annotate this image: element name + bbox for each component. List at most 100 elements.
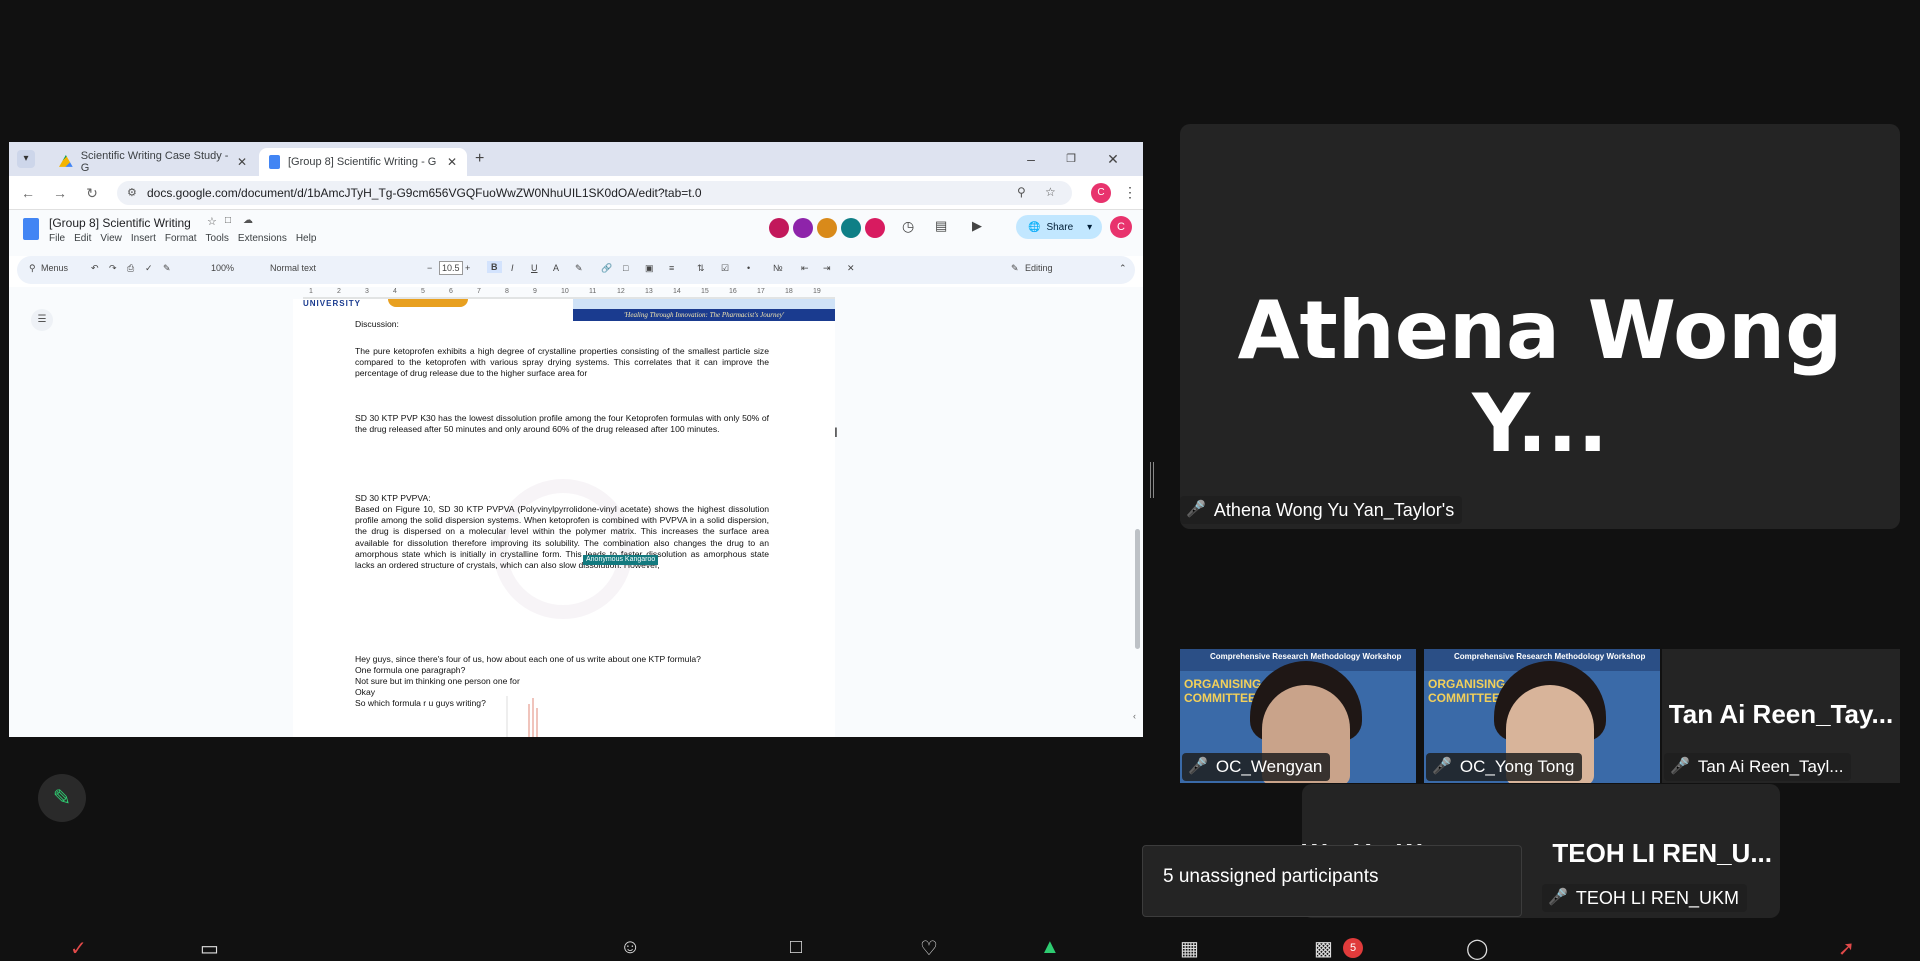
zoom-search-icon[interactable]: ⚲: [1017, 185, 1026, 199]
share-button[interactable]: 🌐 Share ▾: [1016, 215, 1102, 239]
comments-icon[interactable]: ▤: [935, 218, 947, 234]
mic-muted-control-icon[interactable]: ✓: [70, 936, 87, 961]
annotate-pencil-button[interactable]: ✎: [38, 774, 86, 822]
ruler-tick-label: 9: [533, 288, 537, 295]
browser-menu-icon[interactable]: ⋮: [1123, 184, 1137, 201]
participant-tile-wengyan[interactable]: Comprehensive Research Methodology Works…: [1180, 649, 1416, 783]
scrollbar[interactable]: [1135, 529, 1140, 649]
docs-logo-icon[interactable]: [23, 218, 39, 240]
collaborator-avatar[interactable]: [841, 218, 861, 238]
indent-increase-icon[interactable]: ⇥: [823, 263, 831, 274]
share-screen-control-icon[interactable]: ▲: [1040, 936, 1060, 959]
tab-case-study[interactable]: Scientific Writing Case Study - G ✕: [49, 148, 257, 176]
collaborator-avatar[interactable]: [793, 218, 813, 238]
menu-extensions[interactable]: Extensions: [238, 233, 287, 244]
menus-search[interactable]: Menus: [41, 263, 68, 273]
tab-group8-doc[interactable]: [Group 8] Scientific Writing - G ✕: [259, 148, 467, 176]
checklist-icon[interactable]: ☑: [721, 263, 729, 274]
panel-splitter[interactable]: [1150, 462, 1154, 498]
menu-edit[interactable]: Edit: [74, 233, 91, 244]
font-size-input[interactable]: 10.5: [439, 261, 463, 275]
ruler-tick-label: 6: [449, 288, 453, 295]
close-tab-icon[interactable]: ✕: [447, 155, 457, 169]
zoom-select[interactable]: 100%: [211, 263, 234, 273]
style-select[interactable]: Normal text: [270, 263, 316, 273]
paint-format-icon[interactable]: ✎: [163, 263, 171, 274]
image-icon[interactable]: ▣: [645, 263, 654, 274]
minimize-icon[interactable]: –: [1011, 148, 1051, 170]
italic-icon[interactable]: I: [511, 263, 514, 273]
speaker-tile[interactable]: Athena Wong Y... 🎤 Athena Wong Yu Yan_Ta…: [1180, 124, 1900, 529]
new-tab-icon[interactable]: +: [475, 150, 484, 168]
menu-help[interactable]: Help: [296, 233, 317, 244]
menu-view[interactable]: View: [100, 233, 122, 244]
numbered-list-icon[interactable]: №: [773, 263, 783, 273]
redo-icon[interactable]: ↷: [109, 263, 117, 274]
scroll-collapse-icon[interactable]: ‹: [1133, 711, 1136, 721]
link-icon[interactable]: 🔗: [601, 263, 612, 274]
decrease-font-icon[interactable]: −: [427, 263, 432, 273]
text-color-icon[interactable]: A: [553, 263, 559, 273]
participant-tile-tanai[interactable]: Tan Ai Reen_Tay... 🎤 Tan Ai Reen_Tayl...: [1662, 649, 1900, 783]
reload-icon[interactable]: ↻: [83, 185, 101, 202]
move-folder-icon[interactable]: □: [225, 215, 231, 226]
underline-icon[interactable]: U: [531, 263, 538, 273]
participant-tile-yongtong[interactable]: Comprehensive Research Methodology Works…: [1424, 649, 1660, 783]
reactions-control-icon[interactable]: ♡: [920, 936, 938, 961]
comment-add-icon[interactable]: □: [623, 263, 628, 273]
video-header-text: Comprehensive Research Methodology Works…: [1210, 652, 1402, 661]
site-info-icon[interactable]: ⚙: [127, 186, 137, 199]
paragraph-pvp-k30: SD 30 KTP PVP K30 has the lowest dissolu…: [355, 413, 769, 435]
url-input[interactable]: ⚙ docs.google.com/document/d/1bAmcJTyH_T…: [117, 181, 1072, 205]
unassigned-participants-popup[interactable]: 5 unassigned participants: [1142, 845, 1522, 917]
chevron-down-icon[interactable]: ▾: [1087, 222, 1092, 233]
profile-avatar[interactable]: C: [1091, 183, 1111, 203]
user-avatar[interactable]: C: [1110, 216, 1132, 238]
video-control-icon[interactable]: ▭: [200, 936, 219, 961]
bold-icon[interactable]: B: [487, 261, 502, 273]
chat-control-icon[interactable]: □: [790, 936, 802, 959]
collapse-toolbar-icon[interactable]: ⌃: [1119, 263, 1127, 274]
clear-format-icon[interactable]: ✕: [847, 263, 855, 274]
tab-search-button[interactable]: ▾: [17, 150, 35, 168]
close-tab-icon[interactable]: ✕: [237, 155, 247, 169]
spellcheck-icon[interactable]: ✓: [145, 263, 153, 274]
document-page[interactable]: UNIVERSITY 'Healing Through Innovation: …: [293, 299, 835, 737]
mic-muted-icon: 🎤: [1670, 758, 1690, 775]
document-canvas[interactable]: ☰ UNIVERSITY 'Healing Through Innovation…: [9, 299, 1143, 737]
undo-icon[interactable]: ↶: [91, 263, 99, 274]
bullet-list-icon[interactable]: •: [747, 263, 750, 273]
bookmark-star-icon[interactable]: ☆: [1045, 185, 1056, 199]
highlight-icon[interactable]: ✎: [575, 263, 583, 274]
ruler[interactable]: 1 2 3 4 5 6 7 8 9 10 11 12 13 14 15 16 17 18 19: [9, 287, 1143, 299]
window-close-icon[interactable]: ✕: [1093, 148, 1133, 170]
forward-icon[interactable]: →: [51, 185, 69, 201]
menu-file[interactable]: File: [49, 233, 65, 244]
document-title[interactable]: [Group 8] Scientific Writing: [49, 216, 191, 230]
participants-control-icon[interactable]: ☺: [620, 936, 640, 959]
collaborator-avatar[interactable]: [817, 218, 837, 238]
more-control-icon[interactable]: ◯: [1466, 936, 1488, 961]
search-menus-icon[interactable]: ⚲: [29, 263, 36, 274]
menu-insert[interactable]: Insert: [131, 233, 156, 244]
align-icon[interactable]: ≡: [669, 263, 674, 273]
print-icon[interactable]: ⎙: [127, 263, 134, 274]
breakout-rooms-control-icon[interactable]: ▩: [1314, 936, 1333, 961]
editing-mode-select[interactable]: Editing: [1025, 263, 1053, 273]
embedded-chart-image[interactable]: [503, 694, 563, 737]
indent-decrease-icon[interactable]: ⇤: [801, 263, 809, 274]
version-history-icon[interactable]: ◷: [902, 218, 914, 235]
star-icon[interactable]: ☆: [207, 215, 217, 228]
outline-icon[interactable]: ☰: [31, 309, 53, 331]
collaborator-avatar[interactable]: [865, 218, 885, 238]
leave-control-icon[interactable]: ➚: [1838, 936, 1855, 961]
menu-format[interactable]: Format: [165, 233, 197, 244]
back-icon[interactable]: ←: [19, 185, 37, 201]
menu-tools[interactable]: Tools: [206, 233, 229, 244]
restore-icon[interactable]: ❐: [1051, 148, 1091, 170]
apps-control-icon[interactable]: ▦: [1180, 936, 1199, 961]
meet-icon[interactable]: ▶: [972, 218, 982, 234]
collaborator-avatar[interactable]: [769, 218, 789, 238]
increase-font-icon[interactable]: +: [465, 263, 470, 273]
line-spacing-icon[interactable]: ⇅: [697, 263, 705, 274]
